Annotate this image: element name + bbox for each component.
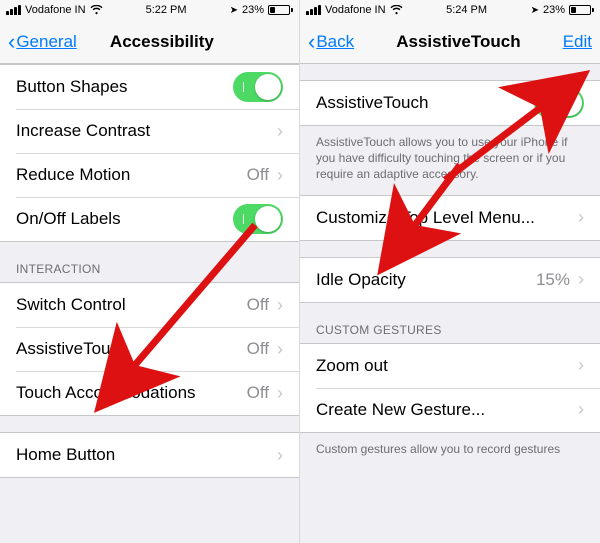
location-icon: ➤ — [531, 5, 539, 16]
page-title: Accessibility — [110, 32, 214, 52]
row-value: Off — [247, 295, 269, 315]
row-label: On/Off Labels — [16, 209, 233, 229]
row-label: Create New Gesture... — [316, 400, 578, 420]
row-idle-opacity[interactable]: Idle Opacity 15% › — [300, 258, 600, 302]
chevron-right-icon: › — [578, 399, 584, 420]
row-label: Zoom out — [316, 356, 578, 376]
row-label: AssistiveTouch — [316, 93, 534, 113]
chevron-right-icon: › — [277, 121, 283, 142]
row-label: Switch Control — [16, 295, 247, 315]
section-header-interaction: INTERACTION — [0, 242, 299, 282]
row-reduce-motion[interactable]: Reduce Motion Off › — [0, 153, 299, 197]
clock: 5:22 PM — [146, 4, 187, 16]
carrier-label: Vodafone IN — [25, 4, 86, 16]
toggle-button-shapes[interactable] — [233, 72, 283, 102]
signal-icon — [306, 5, 321, 15]
battery-icon — [268, 5, 293, 15]
row-zoom-out[interactable]: Zoom out › — [300, 344, 600, 388]
back-button[interactable]: ‹ Back — [308, 31, 354, 53]
status-bar: Vodafone IN 5:24 PM ➤ 23% — [300, 0, 600, 20]
status-bar: Vodafone IN 5:22 PM ➤ 23% — [0, 0, 299, 20]
carrier-label: Vodafone IN — [325, 4, 386, 16]
nav-bar: ‹ General Accessibility — [0, 20, 299, 64]
row-create-new-gesture[interactable]: Create New Gesture... › — [300, 388, 600, 432]
chevron-right-icon: › — [277, 445, 283, 466]
screenshot-left: Vodafone IN 5:22 PM ➤ 23% ‹ General Acce… — [0, 0, 300, 543]
page-title: AssistiveTouch — [396, 32, 520, 52]
row-switch-control[interactable]: Switch Control Off › — [0, 283, 299, 327]
row-label: Reduce Motion — [16, 165, 247, 185]
signal-icon — [6, 5, 21, 15]
chevron-right-icon: › — [277, 165, 283, 186]
toggle-onoff-labels[interactable] — [233, 204, 283, 234]
row-label: Increase Contrast — [16, 121, 277, 141]
chevron-right-icon: › — [578, 355, 584, 376]
wifi-icon — [90, 5, 103, 15]
row-value: Off — [247, 339, 269, 359]
clock: 5:24 PM — [446, 4, 487, 16]
battery-percent: 23% — [242, 4, 264, 16]
battery-percent: 23% — [543, 4, 565, 16]
chevron-left-icon: ‹ — [8, 31, 15, 53]
row-label: Customize Top Level Menu... — [316, 208, 578, 228]
row-label: AssistiveTouch — [16, 339, 247, 359]
row-assistivetouch-toggle[interactable]: AssistiveTouch — [300, 81, 600, 125]
location-icon: ➤ — [230, 5, 238, 16]
back-label: Back — [316, 32, 354, 52]
chevron-right-icon: › — [277, 295, 283, 316]
chevron-left-icon: ‹ — [308, 31, 315, 53]
chevron-right-icon: › — [578, 269, 584, 290]
row-customize-top-level-menu[interactable]: Customize Top Level Menu... › — [300, 196, 600, 240]
row-assistivetouch[interactable]: AssistiveTouch Off › — [0, 327, 299, 371]
row-label: Button Shapes — [16, 77, 233, 97]
chevron-right-icon: › — [277, 339, 283, 360]
battery-icon — [569, 5, 594, 15]
screenshot-right: Vodafone IN 5:24 PM ➤ 23% ‹ Back Assisti… — [300, 0, 600, 543]
row-value: Off — [247, 383, 269, 403]
row-button-shapes[interactable]: Button Shapes — [0, 65, 299, 109]
row-value: Off — [247, 165, 269, 185]
back-button[interactable]: ‹ General — [8, 31, 77, 53]
section-header-custom-gestures: CUSTOM GESTURES — [300, 303, 600, 343]
wifi-icon — [390, 5, 403, 15]
custom-gestures-description: Custom gestures allow you to record gest… — [300, 433, 600, 469]
row-touch-accommodations[interactable]: Touch Accommodations Off › — [0, 371, 299, 415]
row-home-button[interactable]: Home Button › — [0, 433, 299, 477]
nav-bar: ‹ Back AssistiveTouch Edit — [300, 20, 600, 64]
row-label: Home Button — [16, 445, 277, 465]
row-label: Idle Opacity — [316, 270, 536, 290]
row-increase-contrast[interactable]: Increase Contrast › — [0, 109, 299, 153]
assistivetouch-description: AssistiveTouch allows you to use your iP… — [300, 126, 600, 195]
edit-button[interactable]: Edit — [563, 32, 592, 52]
row-label: Touch Accommodations — [16, 383, 247, 403]
chevron-right-icon: › — [277, 383, 283, 404]
chevron-right-icon: › — [578, 207, 584, 228]
row-onoff-labels[interactable]: On/Off Labels — [0, 197, 299, 241]
back-label: General — [16, 32, 76, 52]
toggle-assistivetouch[interactable] — [534, 88, 584, 118]
row-value: 15% — [536, 270, 570, 290]
